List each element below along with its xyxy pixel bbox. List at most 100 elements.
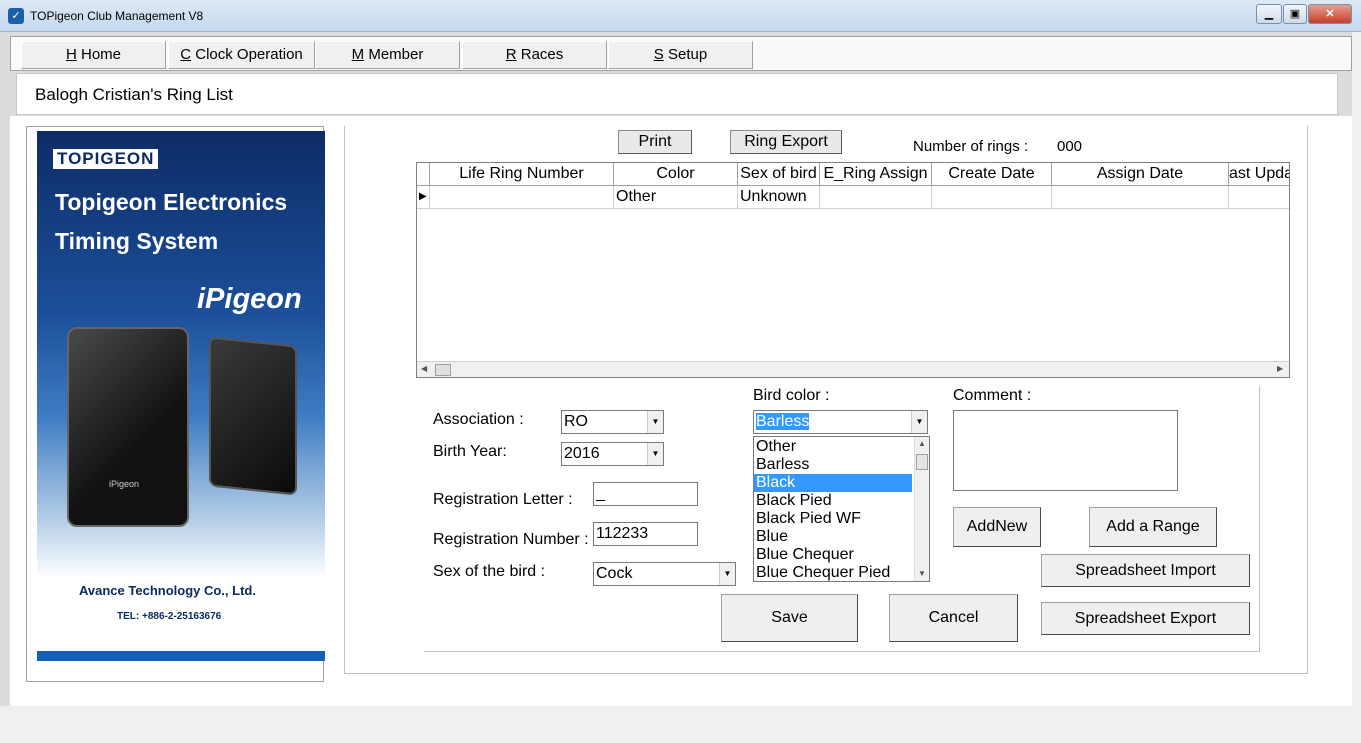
association-value: RO xyxy=(564,413,588,430)
menu-clock-label: Clock Operation xyxy=(191,46,303,63)
menu-races-key: R xyxy=(505,46,517,63)
scroll-thumb[interactable] xyxy=(435,364,451,376)
device-front-image: iPigeon xyxy=(67,327,189,527)
comment-textarea[interactable] xyxy=(953,410,1178,491)
bird-color-value: Barless xyxy=(756,413,810,430)
menu-setup-key: S xyxy=(653,46,664,63)
save-button[interactable]: Save xyxy=(721,594,858,642)
association-label: Association : xyxy=(433,411,524,428)
cell-last-update[interactable] xyxy=(1229,186,1289,209)
chevron-down-icon[interactable]: ▼ xyxy=(647,411,663,433)
registration-letter-field[interactable]: _ xyxy=(593,482,698,506)
device-label: iPigeon xyxy=(109,479,140,489)
bird-color-dropdown-list[interactable]: Other Barless Black Black Pied Black Pie… xyxy=(753,436,930,582)
banner-tel: TEL: +886-2-25163676 xyxy=(117,611,222,622)
menu-member-key: M xyxy=(351,46,365,63)
page-title: Balogh Cristian's Ring List xyxy=(35,85,233,104)
scroll-down-icon[interactable]: ▼ xyxy=(918,569,926,578)
col-last-update[interactable]: ast Upda xyxy=(1229,163,1289,186)
col-color[interactable]: Color xyxy=(614,163,738,186)
status-bar xyxy=(0,706,1361,743)
registration-number-field[interactable]: 112233 xyxy=(593,522,698,546)
color-option-blue-chequer[interactable]: Blue Chequer xyxy=(754,546,912,564)
comment-label: Comment : xyxy=(953,387,1032,404)
registration-number-label: Registration Number : xyxy=(433,531,589,548)
cell-create-date[interactable] xyxy=(932,186,1052,209)
banner-panel: TOPIGEON Topigeon Electronics Timing Sys… xyxy=(26,126,325,682)
ring-export-button[interactable]: Ring Export xyxy=(730,130,842,154)
cell-life-ring-number[interactable] xyxy=(430,186,614,209)
cell-e-ring-assign[interactable] xyxy=(820,186,932,209)
bird-color-select[interactable]: Barless ▼ xyxy=(753,410,928,434)
sex-value: Cock xyxy=(596,565,633,582)
maximize-icon[interactable]: ▣ xyxy=(1283,4,1307,24)
menu-member[interactable]: M Member xyxy=(315,41,460,69)
spreadsheet-export-button[interactable]: Spreadsheet Export xyxy=(1041,602,1250,635)
cancel-button[interactable]: Cancel xyxy=(889,594,1018,642)
add-new-button[interactable]: AddNew xyxy=(953,507,1041,547)
banner-line1: Topigeon Electronics xyxy=(55,189,288,215)
menu-home-key: H xyxy=(65,46,77,63)
chevron-down-icon[interactable]: ▼ xyxy=(719,563,735,585)
chevron-down-icon[interactable]: ▼ xyxy=(911,411,927,433)
registration-letter-label: Registration Letter : xyxy=(433,491,573,508)
add-range-button[interactable]: Add a Range xyxy=(1089,507,1217,547)
window-title: TOPigeon Club Management V8 xyxy=(30,9,204,23)
color-option-black-pied[interactable]: Black Pied xyxy=(754,492,912,510)
color-option-barless[interactable]: Barless xyxy=(754,456,912,474)
cell-color[interactable]: Other xyxy=(614,186,738,209)
color-option-black[interactable]: Black xyxy=(754,474,912,492)
chevron-down-icon[interactable]: ▼ xyxy=(647,443,663,465)
birth-year-select[interactable]: 2016 ▼ xyxy=(561,442,664,466)
col-life-ring-number[interactable]: Life Ring Number xyxy=(430,163,614,186)
sex-select[interactable]: Cock ▼ xyxy=(593,562,736,586)
row-selector-icon[interactable]: ▶ xyxy=(417,186,430,209)
ring-grid[interactable]: Life Ring Number Color Sex of bird E_Rin… xyxy=(416,162,1290,378)
color-option-other[interactable]: Other xyxy=(754,438,912,456)
topigeon-logo: TOPIGEON xyxy=(53,149,159,169)
close-icon[interactable]: ✕ xyxy=(1308,4,1352,24)
print-button[interactable]: Print xyxy=(618,130,692,154)
list-scroll-thumb[interactable] xyxy=(916,454,928,470)
menu-clock-operation[interactable]: C Clock Operation xyxy=(168,41,315,69)
horizontal-scrollbar[interactable]: ◀ ▶ xyxy=(417,361,1289,377)
grid-corner xyxy=(417,163,430,186)
col-sex-of-bird[interactable]: Sex of bird xyxy=(738,163,820,186)
bird-color-label: Bird color : xyxy=(753,387,830,404)
color-option-blue-chequer-pied[interactable]: Blue Chequer Pied xyxy=(754,564,912,581)
scroll-up-icon[interactable]: ▲ xyxy=(918,439,926,448)
menu-races-label: Races xyxy=(516,46,564,63)
color-option-blue[interactable]: Blue xyxy=(754,528,912,546)
number-of-rings-value: 000 xyxy=(1057,138,1083,155)
spreadsheet-import-button[interactable]: Spreadsheet Import xyxy=(1041,554,1250,587)
banner-product: iPigeon xyxy=(197,283,302,315)
menu-home[interactable]: H Home xyxy=(21,41,166,69)
scroll-left-icon[interactable]: ◀ xyxy=(421,364,427,373)
banner-strip xyxy=(37,651,325,661)
birth-year-label: Birth Year: xyxy=(433,443,507,460)
col-create-date[interactable]: Create Date xyxy=(932,163,1052,186)
color-option-black-pied-wf[interactable]: Black Pied WF xyxy=(754,510,912,528)
birth-year-value: 2016 xyxy=(564,445,600,462)
col-e-ring-assign[interactable]: E_Ring Assign xyxy=(820,163,932,186)
menu-setup[interactable]: S Setup xyxy=(608,41,753,69)
menu-home-label: Home xyxy=(76,46,122,63)
window-scrollbar[interactable] xyxy=(1352,32,1361,743)
content-area: TOPIGEON Topigeon Electronics Timing Sys… xyxy=(10,116,1352,706)
product-banner: TOPIGEON Topigeon Electronics Timing Sys… xyxy=(37,131,325,651)
list-scrollbar[interactable]: ▲ ▼ xyxy=(914,437,929,581)
cell-assign-date[interactable] xyxy=(1052,186,1229,209)
menu-races[interactable]: R Races xyxy=(462,41,607,69)
cell-sex-of-bird[interactable]: Unknown xyxy=(738,186,820,209)
device-side-image xyxy=(209,336,297,496)
scroll-right-icon[interactable]: ▶ xyxy=(1277,364,1283,373)
minimize-icon[interactable]: ▁ xyxy=(1256,4,1282,24)
number-of-rings-label: Number of rings : xyxy=(913,138,1029,155)
heading-bar: Balogh Cristian's Ring List xyxy=(16,73,1338,115)
sex-label: Sex of the bird : xyxy=(433,563,546,580)
title-bar: ✓ TOPigeon Club Management V8 ▁ ▣ ✕ xyxy=(0,0,1361,32)
app-icon: ✓ xyxy=(8,8,24,24)
col-assign-date[interactable]: Assign Date xyxy=(1052,163,1229,186)
banner-line2: Timing System xyxy=(55,228,219,254)
association-select[interactable]: RO ▼ xyxy=(561,410,664,434)
